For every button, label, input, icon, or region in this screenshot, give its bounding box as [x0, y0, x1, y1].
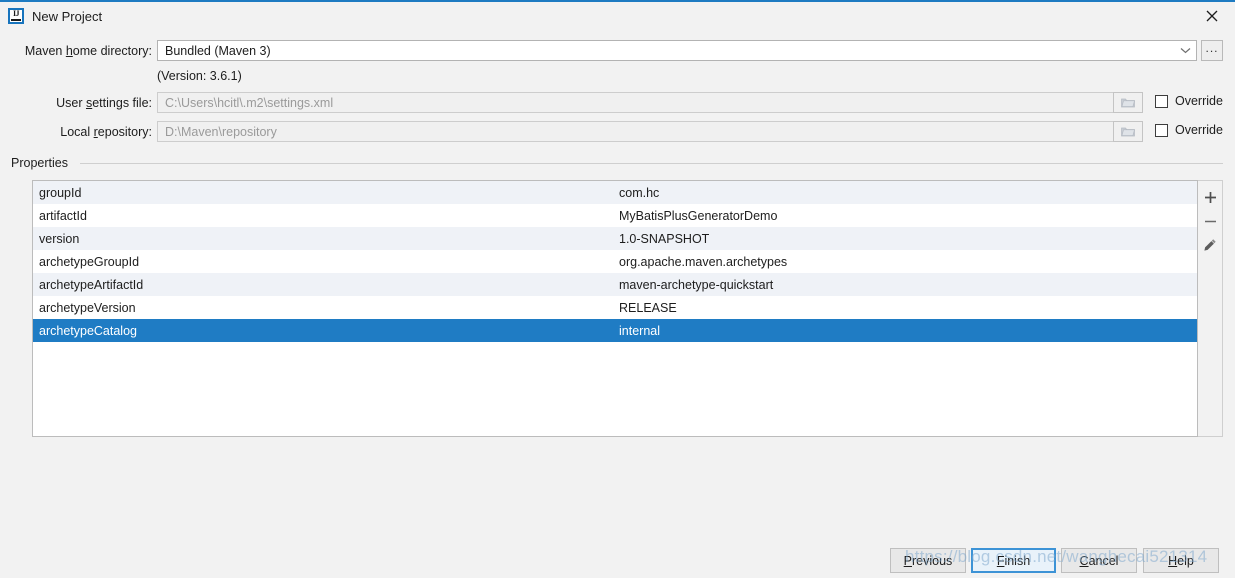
previous-button[interactable]: Previous [890, 548, 966, 573]
maven-home-label: Maven home directory: [14, 44, 152, 58]
pencil-icon[interactable] [1198, 233, 1222, 257]
table-row-selected[interactable]: archetypeCatalog internal [33, 319, 1197, 342]
user-settings-label-post: ettings file: [92, 96, 152, 110]
property-name: archetypeGroupId [39, 254, 140, 269]
minus-icon[interactable] [1198, 209, 1222, 233]
close-icon[interactable] [1189, 2, 1235, 30]
user-settings-label: User settings file: [14, 96, 152, 110]
local-repository-input[interactable]: D:\Maven\repository [157, 121, 1142, 142]
folder-icon [1121, 98, 1135, 108]
property-value: 1.0-SNAPSHOT [619, 231, 710, 246]
property-value: com.hc [619, 185, 660, 200]
properties-table-body: groupId com.hc artifactId MyBatisPlusGen… [33, 181, 1197, 342]
cancel-label-mnemonic: C [1079, 553, 1089, 568]
maven-home-value: Bundled (Maven 3) [165, 43, 271, 58]
table-row[interactable]: groupId com.hc [33, 181, 1197, 204]
property-value: RELEASE [619, 300, 677, 315]
user-settings-override-checkbox[interactable] [1155, 94, 1168, 108]
properties-group-separator [80, 163, 1223, 164]
user-settings-value: C:\Users\hcitl\.m2\settings.xml [165, 95, 334, 110]
user-settings-browse-button[interactable] [1113, 92, 1143, 113]
new-project-dialog: New Project Maven home directory: Bundle… [0, 0, 1235, 578]
finish-button[interactable]: Finish [971, 548, 1056, 573]
table-row[interactable]: archetypeVersion RELEASE [33, 296, 1197, 319]
local-repository-value: D:\Maven\repository [165, 124, 277, 139]
user-settings-override-label: Override [1175, 94, 1223, 108]
property-name: version [39, 231, 80, 246]
cancel-label-post: ancel [1088, 553, 1119, 568]
title-bar: New Project [0, 2, 1235, 30]
property-value: internal [619, 323, 660, 338]
maven-home-label-post: ome directory: [72, 44, 152, 58]
maven-home-label-mnemonic: h [65, 44, 73, 58]
local-repository-override-row[interactable]: Override [1155, 123, 1223, 137]
local-repository-override-checkbox[interactable] [1155, 123, 1168, 137]
window-title: New Project [32, 8, 103, 24]
chevron-down-icon[interactable] [1174, 41, 1196, 60]
table-row[interactable]: version 1.0-SNAPSHOT [33, 227, 1197, 250]
table-row[interactable]: archetypeArtifactId maven-archetype-quic… [33, 273, 1197, 296]
properties-table[interactable]: groupId com.hc artifactId MyBatisPlusGen… [32, 180, 1198, 437]
user-settings-override-row[interactable]: Override [1155, 94, 1223, 108]
local-repository-label-pre: Local [60, 125, 94, 139]
properties-table-toolbar [1198, 180, 1223, 437]
user-settings-input[interactable]: C:\Users\hcitl\.m2\settings.xml [157, 92, 1142, 113]
maven-home-browse-button[interactable]: ... [1201, 40, 1223, 61]
help-button[interactable]: Help [1143, 548, 1219, 573]
finish-label-post: inish [1004, 553, 1031, 568]
user-settings-label-pre: User [56, 96, 86, 110]
ellipsis-icon: ... [1205, 41, 1219, 55]
intellij-idea-icon [8, 8, 24, 24]
local-repository-override-label: Override [1175, 123, 1223, 137]
help-label-post: elp [1177, 553, 1194, 568]
property-name: archetypeVersion [39, 300, 136, 315]
maven-home-combobox[interactable]: Bundled (Maven 3) [157, 40, 1197, 61]
table-row[interactable]: archetypeGroupId org.apache.maven.archet… [33, 250, 1197, 273]
plus-icon[interactable] [1198, 185, 1222, 209]
property-name: archetypeArtifactId [39, 277, 144, 292]
properties-group-title: Properties [11, 156, 74, 170]
table-row[interactable]: artifactId MyBatisPlusGeneratorDemo [33, 204, 1197, 227]
help-label-mnemonic: H [1168, 553, 1178, 568]
property-name: groupId [39, 185, 82, 200]
property-value: MyBatisPlusGeneratorDemo [619, 208, 778, 223]
local-repository-browse-button[interactable] [1113, 121, 1143, 142]
local-repository-label: Local repository: [14, 125, 152, 139]
maven-version-note: (Version: 3.6.1) [157, 69, 242, 83]
property-name: artifactId [39, 208, 87, 223]
property-value: maven-archetype-quickstart [619, 277, 774, 292]
folder-icon [1121, 127, 1135, 137]
finish-label-mnemonic: F [996, 553, 1005, 568]
cancel-button[interactable]: Cancel [1061, 548, 1137, 573]
local-repository-label-post: epository: [97, 125, 152, 139]
previous-label-mnemonic: P [903, 553, 913, 568]
maven-home-label-pre: Maven [24, 44, 66, 58]
previous-label-post: revious [912, 553, 953, 568]
property-name: archetypeCatalog [39, 323, 137, 338]
property-value: org.apache.maven.archetypes [619, 254, 788, 269]
